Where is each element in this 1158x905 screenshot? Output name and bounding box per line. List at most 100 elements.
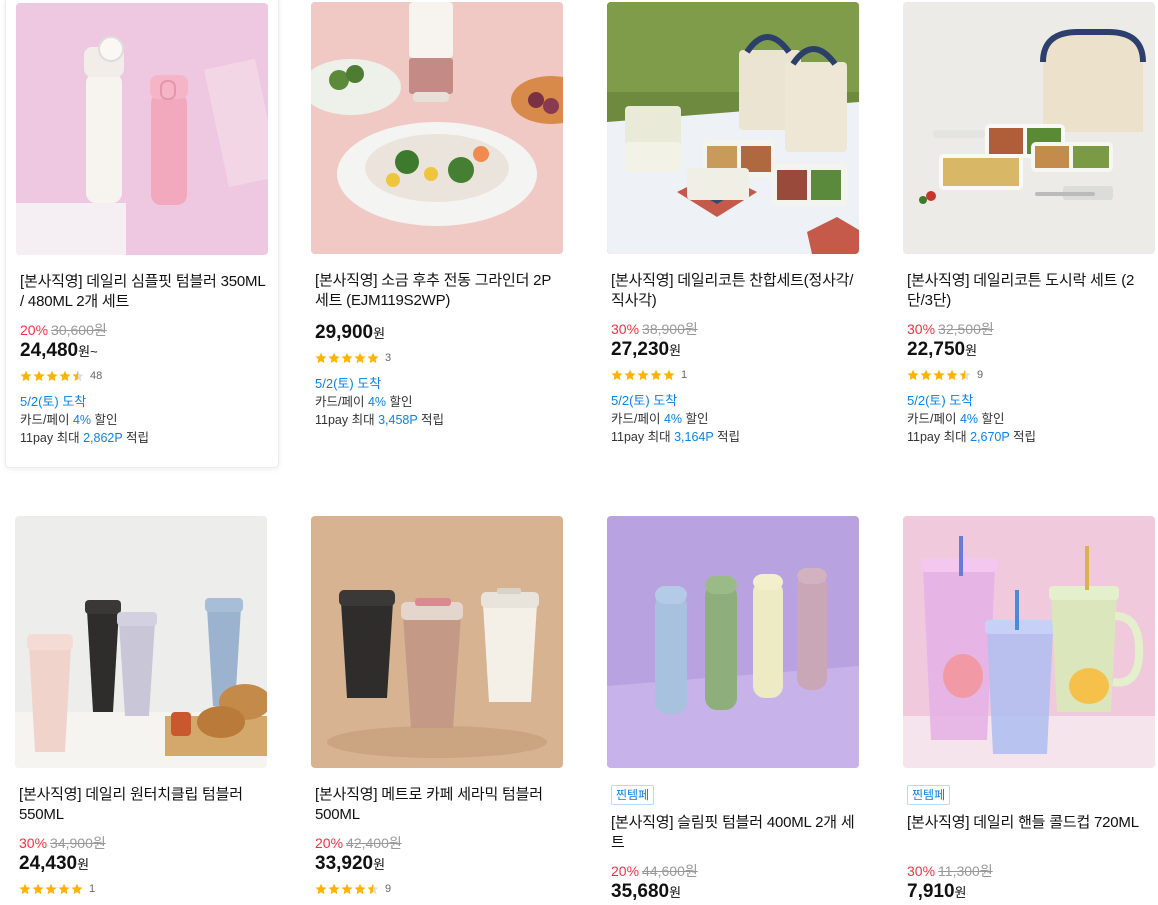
star-icon bbox=[328, 883, 340, 895]
grinder-photo[interactable] bbox=[311, 2, 563, 254]
product-title[interactable]: [본사직영] 데일리 핸들 콜드컵 720ML bbox=[907, 813, 1157, 853]
star-icon bbox=[19, 883, 31, 895]
star-icon bbox=[933, 369, 945, 381]
star-icon bbox=[33, 370, 45, 382]
star-icon bbox=[46, 370, 58, 382]
cold-cup-photo[interactable] bbox=[903, 516, 1155, 768]
product-title[interactable]: [본사직영] 데일리 심플핏 텀블러 350ML / 480ML 2개 세트 bbox=[20, 272, 270, 312]
star-icon bbox=[920, 369, 932, 381]
star-rating-icon bbox=[20, 370, 84, 382]
slim-tumbler-photo-illustration bbox=[607, 516, 859, 768]
ceramic-tumbler-photo[interactable] bbox=[311, 516, 563, 768]
card-discount: 카드/페이 4% 할인 bbox=[611, 410, 861, 428]
star-icon bbox=[907, 369, 919, 381]
original-price: 42,400원 bbox=[346, 835, 402, 851]
price-value: 27,230 bbox=[611, 339, 670, 360]
star-icon bbox=[59, 370, 71, 382]
price-unit: 원 bbox=[669, 343, 682, 358]
lunchbox-photo[interactable] bbox=[903, 2, 1155, 254]
original-price: 34,900원 bbox=[50, 835, 106, 851]
product-info: [본사직영] 소금 후추 전동 그라인더 2P 세트 (EJM119S2WP) … bbox=[315, 271, 565, 429]
pay-points: 11pay 최대 2,670P 적립 bbox=[907, 428, 1157, 446]
pay-points-label: 11pay 최대 bbox=[315, 413, 379, 427]
star-icon bbox=[341, 883, 353, 895]
product-title[interactable]: [본사직영] 데일리코튼 도시락 세트 (2단/3단) bbox=[907, 271, 1157, 311]
final-price: 33,920원 bbox=[315, 852, 565, 877]
container-set-photo[interactable] bbox=[607, 2, 859, 254]
product-grid: [본사직영] 데일리 심플핏 텀블러 350ML / 480ML 2개 세트 2… bbox=[0, 0, 1158, 905]
final-price: 24,480원~ bbox=[20, 339, 270, 364]
original-price: 38,900원 bbox=[642, 321, 698, 337]
product-title[interactable]: [본사직영] 슬림핏 텀블러 400ML 2개 세트 bbox=[611, 813, 861, 853]
card-discount-suffix: 할인 bbox=[682, 412, 709, 426]
star-icon bbox=[341, 352, 353, 364]
price-row: 30% 38,900원 bbox=[611, 321, 861, 338]
discount-rate: 30% bbox=[907, 321, 936, 337]
pay-points-label: 11pay 최대 bbox=[907, 430, 971, 444]
tumbler-set-photo-illustration bbox=[15, 516, 267, 768]
discount-rate: 20% bbox=[611, 863, 640, 879]
product-card[interactable]: [본사직영] 데일리코튼 찬합세트(정사각/직사각) 30% 38,900원 27… bbox=[597, 0, 871, 460]
product-card[interactable]: [본사직영] 데일리 원터치클립 텀블러 550ML 30% 34,900원 24… bbox=[5, 516, 279, 905]
pay-points-suffix: 적립 bbox=[713, 430, 740, 444]
pay-points-label: 11pay 최대 bbox=[611, 430, 675, 444]
product-title[interactable]: [본사직영] 데일리 원터치클립 텀블러 550ML bbox=[19, 785, 269, 825]
rating: 1 bbox=[611, 366, 861, 384]
price-unit: 원 bbox=[373, 326, 386, 341]
original-price: 30,600원 bbox=[51, 322, 107, 338]
product-card[interactable]: [본사직영] 데일리 심플핏 텀블러 350ML / 480ML 2개 세트 2… bbox=[5, 0, 279, 468]
ceramic-tumbler-photo-illustration bbox=[311, 516, 563, 768]
tumbler-set-photo[interactable] bbox=[15, 516, 267, 768]
star-icon bbox=[663, 369, 675, 381]
product-info: 찐템페 [본사직영] 데일리 핸들 콜드컵 720ML 30% 11,300원 7… bbox=[907, 785, 1157, 905]
original-price: 11,300원 bbox=[938, 863, 993, 879]
tumbler-photo-illustration bbox=[16, 3, 268, 255]
card-discount-label: 카드/페이 bbox=[907, 412, 960, 426]
star-rating-icon bbox=[611, 369, 675, 381]
delivery-date: 5/2(토) 도착 bbox=[20, 394, 87, 409]
price-unit: 원 bbox=[77, 857, 90, 872]
container-set-photo-illustration bbox=[607, 2, 859, 254]
price-value: 24,480 bbox=[20, 340, 79, 361]
pay-points-value: 2,670P bbox=[970, 430, 1010, 444]
price-row: 30% 34,900원 bbox=[19, 835, 269, 852]
product-info: [본사직영] 데일리코튼 도시락 세트 (2단/3단) 30% 32,500원 2… bbox=[907, 271, 1157, 446]
star-icon bbox=[637, 369, 649, 381]
final-price: 29,900원 bbox=[315, 321, 565, 346]
rating: 1 bbox=[19, 880, 269, 898]
price-value: 22,750 bbox=[907, 339, 966, 360]
product-card[interactable]: [본사직영] 데일리코튼 도시락 세트 (2단/3단) 30% 32,500원 2… bbox=[893, 0, 1158, 460]
card-discount-rate: 4% bbox=[959, 412, 979, 426]
star-icon bbox=[315, 352, 327, 364]
product-title[interactable]: [본사직영] 소금 후추 전동 그라인더 2P 세트 (EJM119S2WP) bbox=[315, 271, 565, 311]
product-card[interactable]: 찐템페 [본사직영] 데일리 핸들 콜드컵 720ML 30% 11,300원 7… bbox=[893, 516, 1158, 905]
product-card[interactable]: [본사직영] 소금 후추 전동 그라인더 2P 세트 (EJM119S2WP) … bbox=[301, 0, 575, 460]
price-row: 30% 11,300원 bbox=[907, 863, 1157, 880]
pay-points-suffix: 적립 bbox=[122, 431, 149, 445]
tumbler-photo[interactable] bbox=[16, 3, 268, 255]
pay-points-suffix: 적립 bbox=[1009, 430, 1036, 444]
product-title[interactable]: [본사직영] 메트로 카페 세라믹 텀블러 500ML bbox=[315, 785, 565, 825]
star-icon bbox=[367, 883, 379, 895]
product-info: [본사직영] 데일리 심플핏 텀블러 350ML / 480ML 2개 세트 2… bbox=[20, 272, 270, 447]
price-value: 33,920 bbox=[315, 853, 374, 874]
review-count: 3 bbox=[385, 352, 392, 364]
star-icon bbox=[624, 369, 636, 381]
badge-label: 찐템페 bbox=[907, 785, 951, 805]
slim-tumbler-photo[interactable] bbox=[607, 516, 859, 768]
star-icon bbox=[20, 370, 32, 382]
pay-points-value: 3,164P bbox=[674, 430, 714, 444]
card-discount-rate: 4% bbox=[367, 395, 387, 409]
rating: 3 bbox=[315, 349, 565, 367]
product-title[interactable]: [본사직영] 데일리코튼 찬합세트(정사각/직사각) bbox=[611, 271, 861, 311]
card-discount: 카드/페이 4% 할인 bbox=[20, 411, 270, 429]
delivery-date: 5/2(토) 도착 bbox=[611, 393, 678, 408]
card-discount: 카드/페이 4% 할인 bbox=[315, 393, 565, 411]
cold-cup-photo-illustration bbox=[903, 516, 1155, 768]
card-discount-suffix: 할인 bbox=[91, 413, 118, 427]
product-card[interactable]: 찐템페 [본사직영] 슬림핏 텀블러 400ML 2개 세트 20% 44,600… bbox=[597, 516, 871, 905]
price-unit: 원 bbox=[669, 885, 682, 900]
review-count: 1 bbox=[681, 369, 688, 381]
pay-points: 11pay 최대 3,458P 적립 bbox=[315, 411, 565, 429]
product-card[interactable]: [본사직영] 메트로 카페 세라믹 텀블러 500ML 20% 42,400원 3… bbox=[301, 516, 575, 905]
